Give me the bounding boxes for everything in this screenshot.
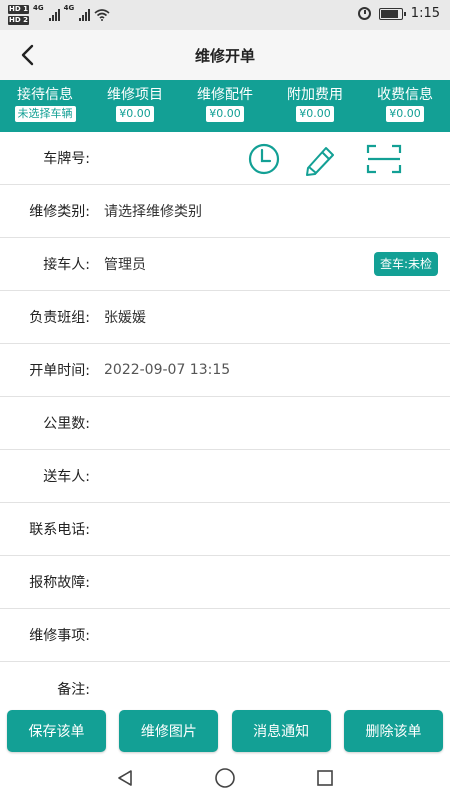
repair-order-form: 车牌号: 维修类别: 请选择维修类别 接车人: 管理员 查车:未检 负责班组: … (0, 132, 450, 715)
wifi-icon (94, 9, 110, 21)
team-value[interactable]: 张媛媛 (104, 307, 146, 327)
tab-label: 维修项目 (107, 87, 163, 103)
fault-row[interactable]: 报称故障: (0, 556, 450, 609)
delete-order-button[interactable]: 删除该单 (343, 710, 443, 752)
tab-repair-parts[interactable]: 维修配件 ¥0.00 (180, 80, 270, 132)
alarm-icon (357, 7, 371, 20)
network1-label: 4G (32, 4, 44, 12)
action-bar: 保存该单 维修图片 消息通知 删除该单 (0, 710, 450, 754)
signal1-icon (48, 9, 60, 21)
scan-icon (366, 144, 402, 174)
sender-label: 送车人: (43, 469, 90, 485)
team-row: 负责班组: 张媛媛 (0, 291, 450, 344)
open-time-value[interactable]: 2022-09-07 13:15 (104, 362, 230, 378)
receiver-label: 接车人: (43, 257, 90, 273)
repair-type-select[interactable]: 请选择维修类别 (104, 201, 202, 221)
tab-label: 维修配件 (197, 87, 253, 103)
vehicle-check-badge[interactable]: 查车:未检 (373, 252, 438, 276)
tab-label: 收费信息 (377, 87, 433, 103)
tab-bar: 接待信息 未选择车辆 维修项目 ¥0.00 维修配件 ¥0.00 附加费用 ¥0… (0, 80, 450, 132)
tab-reception-info[interactable]: 接待信息 未选择车辆 (0, 80, 90, 132)
title-bar: 维修开单 (0, 30, 450, 80)
nav-home-button[interactable] (210, 763, 240, 793)
sim1-indicator: HD 1 (8, 5, 29, 14)
notify-button[interactable]: 消息通知 (231, 710, 331, 752)
receiver-row: 接车人: 管理员 查车:未检 (0, 238, 450, 291)
sim-indicators: HD 1 HD 2 (8, 4, 29, 26)
signal2-icon (79, 9, 91, 21)
phone-row[interactable]: 联系电话: (0, 503, 450, 556)
tab-label: 附加费用 (287, 87, 343, 103)
tab-value: ¥0.00 (386, 106, 424, 122)
nav-recents-button[interactable] (310, 763, 340, 793)
sender-row[interactable]: 送车人: (0, 450, 450, 503)
nav-back-button[interactable] (110, 763, 140, 793)
status-time: 1:15 (410, 6, 440, 21)
remark-label: 备注: (57, 681, 90, 698)
mileage-row[interactable]: 公里数: (0, 397, 450, 450)
mileage-label: 公里数: (43, 416, 90, 432)
edit-button[interactable] (288, 142, 352, 176)
tab-value: ¥0.00 (206, 106, 244, 122)
repair-type-row[interactable]: 维修类别: 请选择维修类别 (0, 185, 450, 238)
save-order-button[interactable]: 保存该单 (7, 710, 106, 752)
clock-icon (248, 143, 280, 175)
status-right: 1:15 (357, 6, 440, 21)
plate-row[interactable]: 车牌号: (0, 132, 450, 185)
network2-label: 4G (63, 4, 75, 12)
tab-value: 未选择车辆 (14, 106, 76, 122)
phone-label: 联系电话: (29, 522, 90, 538)
remark-row[interactable]: 备注: (0, 662, 450, 715)
repair-type-label: 维修类别: (29, 204, 90, 220)
tab-value: ¥0.00 (116, 106, 154, 122)
battery-icon (378, 7, 406, 20)
status-bar: HD 1 HD 2 4G 4G 1:15 (0, 0, 450, 30)
system-nav-bar (0, 756, 450, 800)
circle-home-icon (215, 768, 235, 788)
plate-label: 车牌号: (43, 151, 90, 167)
status-left: HD 1 HD 2 4G 4G (8, 4, 110, 26)
matters-label: 维修事项: (29, 628, 90, 644)
open-time-label: 开单时间: (29, 363, 90, 379)
pencil-icon (306, 147, 334, 176)
team-label: 负责班组: (29, 310, 90, 326)
receiver-value[interactable]: 管理员 (104, 254, 146, 274)
tab-value: ¥0.00 (296, 106, 334, 122)
plate-actions (240, 142, 416, 176)
sim2-indicator: HD 2 (8, 16, 29, 25)
tab-extra-fees[interactable]: 附加费用 ¥0.00 (270, 80, 360, 132)
open-time-row: 开单时间: 2022-09-07 13:15 (0, 344, 450, 397)
triangle-back-icon (118, 770, 132, 786)
tab-charge-info[interactable]: 收费信息 ¥0.00 (360, 80, 450, 132)
square-recents-icon (317, 770, 333, 786)
scan-button[interactable] (352, 142, 416, 176)
history-button[interactable] (240, 142, 288, 176)
tab-repair-items[interactable]: 维修项目 ¥0.00 (90, 80, 180, 132)
battery-fill (380, 9, 398, 18)
fault-label: 报称故障: (29, 575, 90, 591)
page-title: 维修开单 (194, 47, 255, 65)
tab-label: 接待信息 (17, 87, 73, 103)
repair-photos-button[interactable]: 维修图片 (119, 710, 219, 752)
matters-row[interactable]: 维修事项: (0, 609, 450, 662)
